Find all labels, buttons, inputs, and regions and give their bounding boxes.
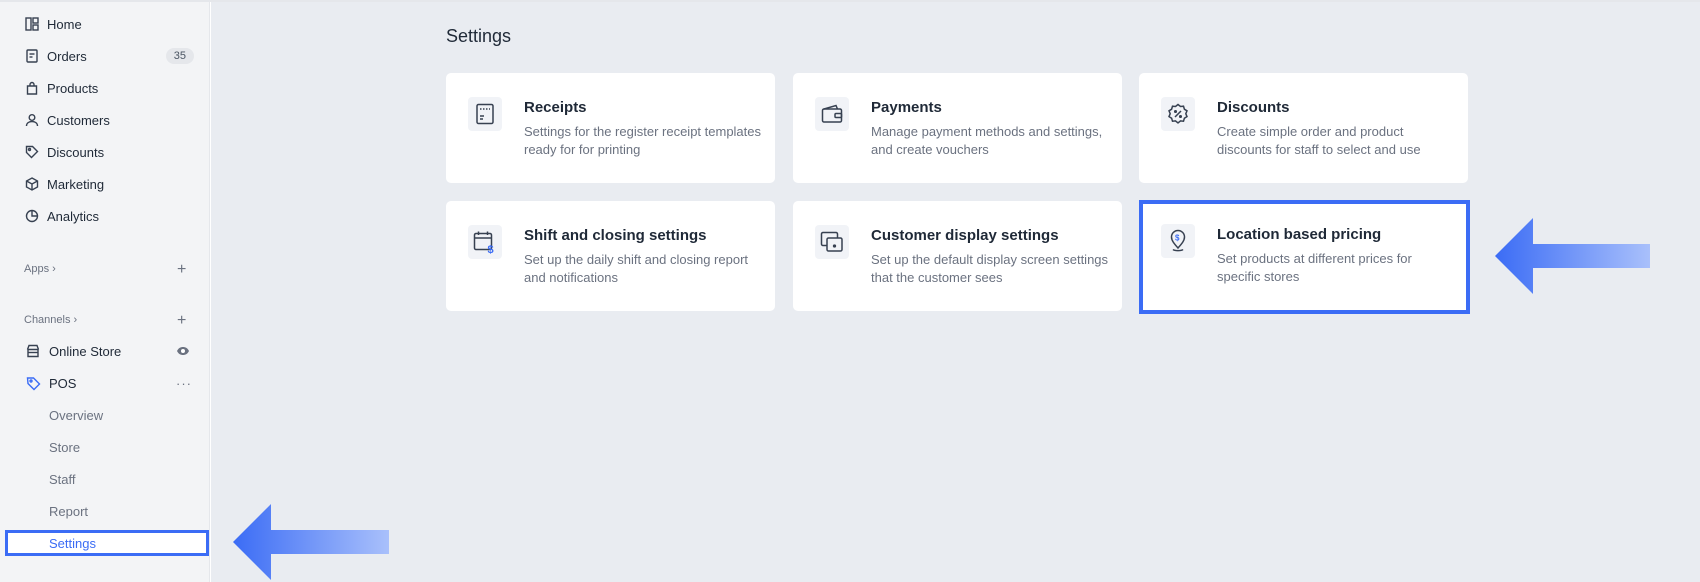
chevron-right-icon: › bbox=[52, 263, 56, 275]
sidebar-item-analytics[interactable]: Analytics bbox=[0, 202, 210, 230]
marketing-icon bbox=[24, 176, 40, 192]
wallet-icon bbox=[815, 97, 849, 131]
card-description: Set up the daily shift and closing repor… bbox=[524, 252, 749, 285]
sidebar-subitem-label: Staff bbox=[49, 471, 76, 487]
apps-section-toggle[interactable]: Apps › bbox=[24, 263, 56, 275]
sidebar-subitem-report[interactable]: Report bbox=[0, 497, 210, 525]
settings-card-receipts[interactable]: Receipts Settings for the register recei… bbox=[446, 73, 775, 183]
home-icon bbox=[24, 16, 40, 32]
sidebar-item-home[interactable]: Home bbox=[0, 10, 210, 38]
location-dollar-icon: $ bbox=[1161, 224, 1195, 258]
sidebar-item-label: Online Store bbox=[49, 343, 122, 359]
card-title: Shift and closing settings bbox=[524, 227, 707, 244]
analytics-icon bbox=[24, 208, 40, 224]
sidebar-item-online-store[interactable]: Online Store bbox=[0, 337, 210, 365]
sidebar-subitem-store[interactable]: Store bbox=[0, 433, 210, 461]
sidebar-item-label: Discounts bbox=[47, 144, 105, 160]
more-icon[interactable]: ··· bbox=[176, 376, 192, 391]
eye-icon[interactable] bbox=[176, 344, 190, 359]
sidebar-subitem-label: Report bbox=[49, 503, 89, 519]
pos-icon bbox=[25, 375, 41, 391]
card-description: Create simple order and product discount… bbox=[1217, 124, 1421, 157]
sidebar-subitem-staff[interactable]: Staff bbox=[0, 465, 210, 493]
card-description: Set products at different prices for spe… bbox=[1217, 251, 1412, 284]
display-icon bbox=[815, 225, 849, 259]
receipt-icon bbox=[468, 97, 502, 131]
products-icon bbox=[24, 80, 40, 96]
calendar-dollar-icon: $ bbox=[468, 225, 502, 259]
sidebar-item-label: Analytics bbox=[47, 208, 100, 224]
sidebar-item-label: Customers bbox=[47, 112, 110, 128]
channels-section-label: Channels bbox=[24, 314, 71, 326]
sidebar-item-orders[interactable]: Orders 35 bbox=[0, 42, 210, 70]
sidebar: Home Orders 35 Products Customers Discou… bbox=[0, 2, 210, 582]
sidebar-item-label: Products bbox=[47, 80, 99, 96]
orders-count-badge: 35 bbox=[165, 48, 194, 64]
orders-icon bbox=[24, 48, 40, 64]
sidebar-item-discounts[interactable]: Discounts bbox=[0, 138, 210, 166]
highlight-arrow-icon bbox=[233, 504, 389, 580]
sidebar-subitem-settings[interactable]: Settings bbox=[5, 530, 209, 556]
add-channel-plus-icon[interactable]: + bbox=[177, 313, 186, 329]
sidebar-subitem-label: Overview bbox=[49, 407, 104, 423]
discounts-icon bbox=[24, 144, 40, 160]
customers-icon bbox=[24, 112, 40, 128]
card-title: Location based pricing bbox=[1217, 226, 1382, 243]
card-description: Settings for the register receipt templa… bbox=[524, 124, 762, 157]
store-icon bbox=[25, 343, 41, 359]
sidebar-subitem-overview[interactable]: Overview bbox=[0, 401, 210, 429]
settings-card-location-pricing[interactable]: $ Location based pricing Set products at… bbox=[1139, 200, 1470, 314]
card-title: Discounts bbox=[1217, 99, 1290, 116]
page-title: Settings bbox=[446, 26, 512, 46]
sidebar-item-label: Orders bbox=[47, 48, 87, 64]
chevron-right-icon: › bbox=[73, 314, 78, 326]
svg-text:$: $ bbox=[488, 244, 494, 254]
settings-card-customer-display[interactable]: Customer display settings Set up the def… bbox=[793, 201, 1122, 311]
highlight-arrow-icon bbox=[1495, 218, 1650, 294]
sidebar-item-customers[interactable]: Customers bbox=[0, 106, 210, 134]
card-description: Set up the default display screen settin… bbox=[871, 252, 1109, 285]
sidebar-item-label: Home bbox=[47, 16, 82, 32]
settings-card-payments[interactable]: Payments Manage payment methods and sett… bbox=[793, 73, 1122, 183]
sidebar-item-label: POS bbox=[49, 375, 77, 391]
card-title: Payments bbox=[871, 99, 942, 116]
apps-section-label: Apps bbox=[24, 263, 50, 275]
card-description: Manage payment methods and settings, and… bbox=[871, 124, 1103, 157]
card-title: Receipts bbox=[524, 99, 587, 116]
settings-card-shift-closing[interactable]: $ Shift and closing settings Set up the … bbox=[446, 201, 775, 311]
discount-badge-icon bbox=[1161, 97, 1195, 131]
sidebar-subitem-label: Settings bbox=[49, 535, 96, 551]
card-title: Customer display settings bbox=[871, 227, 1059, 244]
sidebar-subitem-label: Store bbox=[49, 439, 81, 455]
add-app-plus-icon[interactable]: + bbox=[177, 262, 186, 278]
sidebar-item-products[interactable]: Products bbox=[0, 74, 210, 102]
settings-card-discounts[interactable]: Discounts Create simple order and produc… bbox=[1139, 73, 1468, 183]
sidebar-item-label: Marketing bbox=[47, 176, 105, 192]
sidebar-item-marketing[interactable]: Marketing bbox=[0, 170, 210, 198]
sidebar-item-pos[interactable]: POS ··· bbox=[0, 369, 210, 397]
svg-text:$: $ bbox=[1175, 234, 1180, 243]
channels-section-toggle[interactable]: Channels › bbox=[24, 314, 77, 326]
